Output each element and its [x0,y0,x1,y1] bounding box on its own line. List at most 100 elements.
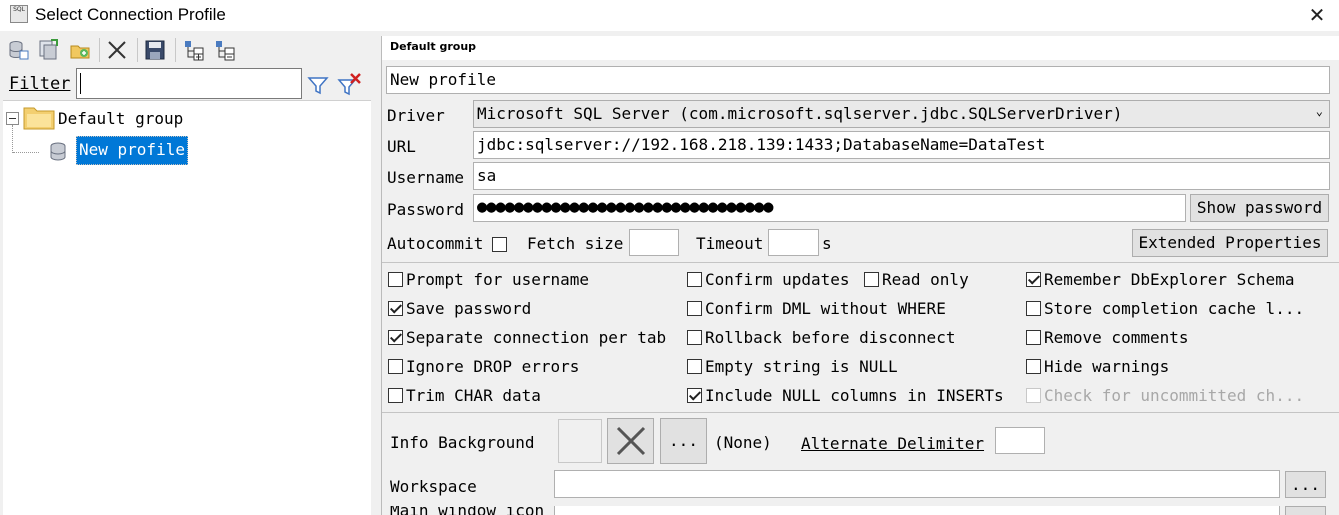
fetch-size-input[interactable] [629,229,679,256]
show-password-button[interactable]: Show password [1190,194,1329,222]
app-icon: SQL [10,5,28,23]
workspace-label: Workspace [390,477,477,496]
option-label: Confirm updates [705,270,850,289]
delete-profile-button[interactable] [103,36,131,64]
group-folder-icon [23,103,55,131]
chevron-down-icon: ⌄ [1315,104,1323,118]
profile-tree-panel: Filter Default group New profile [0,32,371,515]
profile-db-icon [49,142,67,162]
option-ignore-drop-errors[interactable]: Ignore DROP errors [388,357,579,376]
workspace-input[interactable] [554,470,1280,498]
checkbox[interactable] [1026,301,1041,316]
url-input[interactable]: jdbc:sqlserver://192.168.218.139:1433;Da… [473,131,1330,159]
option-rollback-before-disconnect[interactable]: Rollback before disconnect [687,328,955,347]
select-color-button[interactable]: ... [660,418,707,464]
profile-name-input[interactable]: New profile [386,66,1330,94]
option-check-uncommitted: Check for uncommitted ch... [1026,386,1304,405]
browse-workspace-button[interactable]: ... [1285,471,1326,498]
timeout-input[interactable] [768,229,819,256]
checkbox[interactable] [687,301,702,316]
option-label: Trim CHAR data [406,386,541,405]
profile-tree: Default group New profile [3,100,371,515]
option-confirm-updates[interactable]: Confirm updates [687,270,850,289]
tree-group-default[interactable]: Default group [58,109,183,128]
checkbox[interactable] [687,388,702,403]
password-label: Password [387,200,465,219]
driver-label: Driver [387,106,445,125]
checkbox[interactable] [1026,330,1041,345]
filter-label: Filter [9,74,70,94]
option-label: Include NULL columns in INSERTs [705,386,1004,405]
filter-label-text: Filter [9,74,71,94]
save-profiles-button[interactable] [141,36,169,64]
filter-input[interactable] [76,68,302,99]
collapse-all-button[interactable] [211,36,239,64]
username-input[interactable]: sa [473,162,1330,190]
checkbox [1026,388,1041,403]
option-separate-connection[interactable]: Separate connection per tab [388,328,666,347]
copy-profile-button[interactable] [34,36,62,64]
toolbar-separator [137,38,138,62]
apply-filter-button[interactable] [307,74,329,96]
option-trim-char-data[interactable]: Trim CHAR data [388,386,541,405]
checkbox[interactable] [388,330,403,345]
clear-color-button[interactable] [607,418,654,464]
tree-collapse-toggle[interactable] [6,112,19,125]
checkbox[interactable] [388,359,403,374]
new-profile-button[interactable] [4,36,32,64]
checkbox[interactable] [388,301,403,316]
checkbox[interactable] [864,272,879,287]
main-window-icon-input[interactable] [554,506,1280,515]
option-include-null-columns[interactable]: Include NULL columns in INSERTs [687,386,1004,405]
driver-select[interactable]: Microsoft SQL Server (com.microsoft.sqls… [473,100,1330,128]
checkbox[interactable] [687,359,702,374]
option-label: Save password [406,299,532,318]
option-prompt-username[interactable]: Prompt for username [388,270,589,289]
close-window-button[interactable]: ✕ [1303,1,1331,29]
option-confirm-dml[interactable]: Confirm DML without WHERE [687,299,946,318]
info-background-swatch[interactable] [558,419,602,463]
next-row-clip: Main window icon [382,506,1339,515]
group-header: Default group [382,36,1339,60]
password-input[interactable]: ●●●●●●●●●●●●●●●●●●●●●●●●●●●●●●●● [473,194,1186,222]
autocommit-checkbox[interactable] [492,237,507,252]
main-window-icon-label: Main window icon [390,506,544,515]
option-label: Ignore DROP errors [406,357,580,376]
option-label: Prompt for username [406,270,590,289]
option-empty-string-null[interactable]: Empty string is NULL [687,357,898,376]
copy-profile-icon [39,39,58,60]
extended-properties-button[interactable]: Extended Properties [1132,229,1328,257]
timeout-unit: s [822,234,832,253]
splitter[interactable] [371,32,381,515]
option-read-only[interactable]: Read only [864,270,969,289]
clear-filter-button[interactable] [337,72,363,98]
option-label: Hide warnings [1044,357,1170,376]
clear-icon [616,426,645,456]
option-remember-dbexplorer-schema[interactable]: Remember DbExplorer Schema [1026,270,1294,289]
browse-icon-button[interactable] [1285,506,1326,515]
option-hide-warnings[interactable]: Hide warnings [1026,357,1169,376]
tree-profile-new[interactable]: New profile [76,136,188,165]
new-group-button[interactable] [66,36,94,64]
expand-all-button[interactable] [180,36,208,64]
divider [382,412,1339,413]
alternate-delimiter-link[interactable]: Alternate Delimiter [801,434,984,453]
divider [382,262,1339,263]
clear-filter-icon [337,73,361,96]
option-store-completion-cache[interactable]: Store completion cache l... [1026,299,1304,318]
checkbox[interactable] [388,272,403,287]
toolbar-separator [175,38,176,62]
option-label: Empty string is NULL [705,357,898,376]
checkbox[interactable] [1026,272,1041,287]
option-save-password[interactable]: Save password [388,299,531,318]
alternate-delimiter-input[interactable] [995,427,1045,454]
driver-select-value: Microsoft SQL Server (com.microsoft.sqls… [477,104,1123,123]
checkbox[interactable] [687,272,702,287]
option-remove-comments[interactable]: Remove comments [1026,328,1189,347]
checkbox[interactable] [1026,359,1041,374]
option-label: Remove comments [1044,328,1189,347]
app-icon-text: SQL [13,6,25,13]
option-label: Store completion cache l... [1044,299,1305,318]
checkbox[interactable] [687,330,702,345]
checkbox[interactable] [388,388,403,403]
